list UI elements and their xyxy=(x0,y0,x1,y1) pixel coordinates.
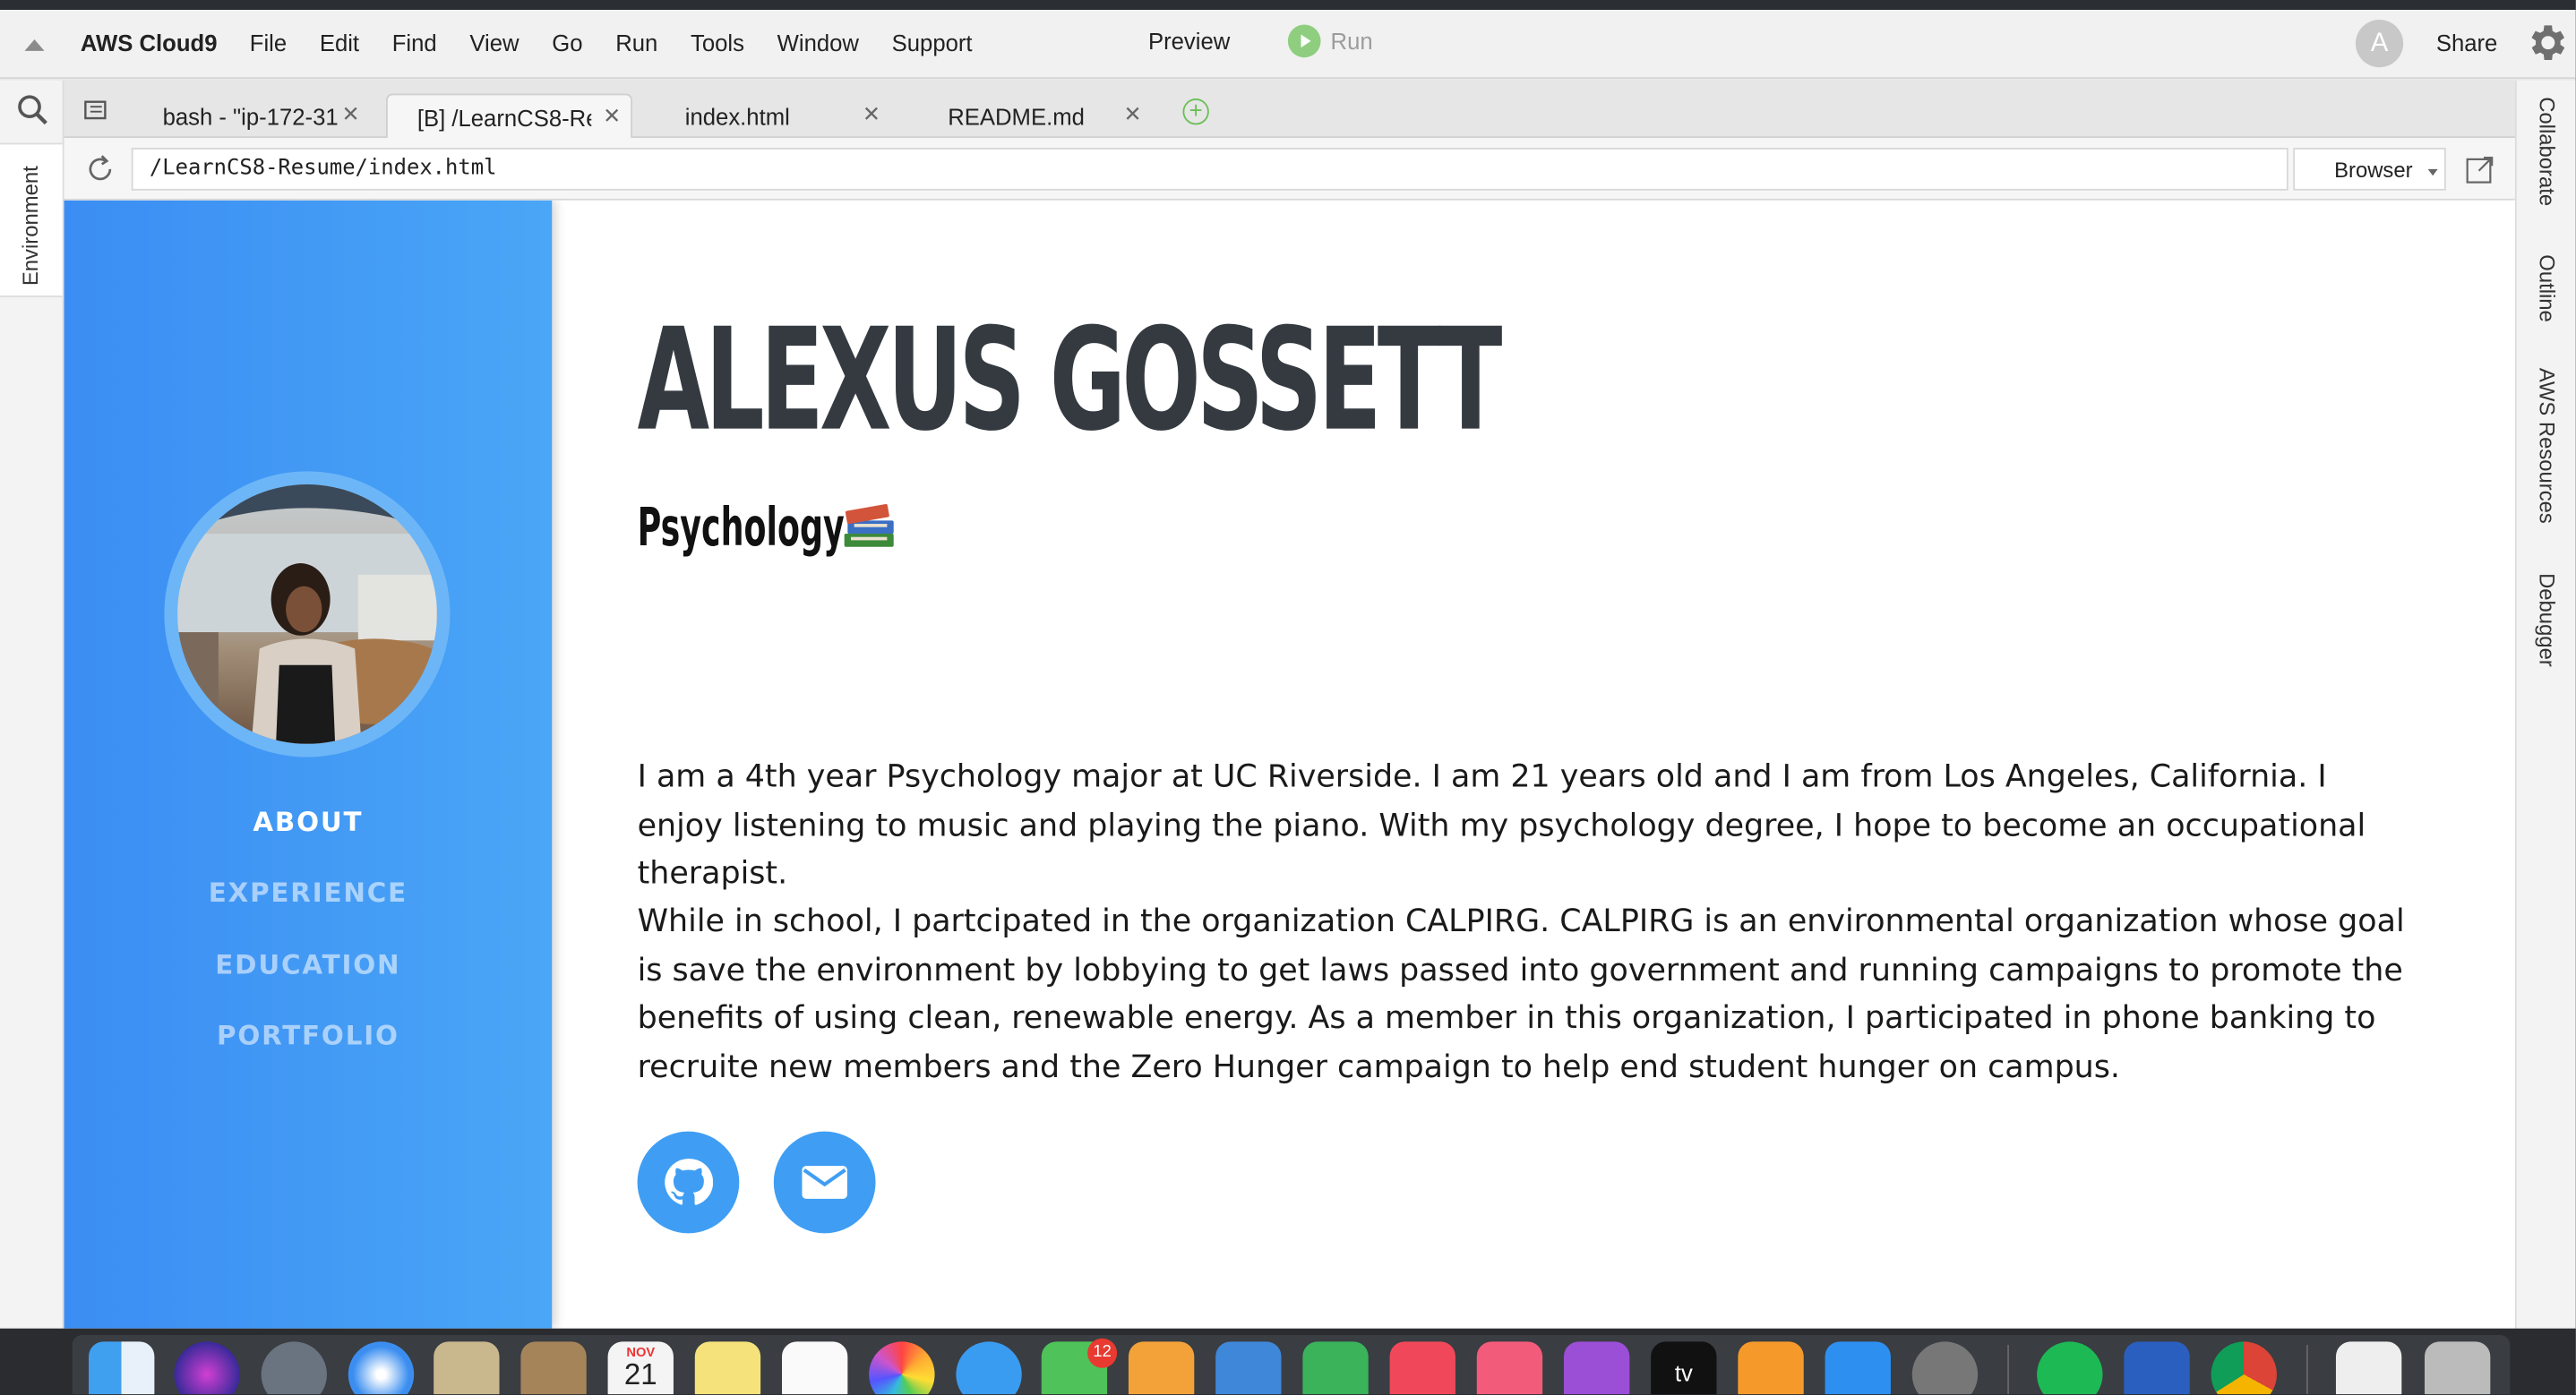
run-label: Run xyxy=(1330,28,1373,55)
profile-photo-image xyxy=(177,484,437,744)
left-panel-rail: Environment xyxy=(0,80,64,1329)
envelope-icon xyxy=(802,1166,847,1199)
popout-icon[interactable] xyxy=(2466,154,2495,184)
email-button[interactable] xyxy=(773,1131,876,1234)
nav-about[interactable]: ABOUT xyxy=(64,806,553,837)
resume-subtitle: Psychology xyxy=(637,495,845,559)
trash-icon[interactable] xyxy=(2424,1341,2491,1395)
news-icon[interactable] xyxy=(1389,1341,1455,1395)
close-icon[interactable]: ✕ xyxy=(1123,102,1141,128)
tv-label: tv xyxy=(1674,1359,1693,1386)
nav-education[interactable]: EDUCATION xyxy=(64,949,553,980)
tab-bash[interactable]: bash - "ip-172-31 ✕ xyxy=(133,94,380,139)
facetime-badge: 12 xyxy=(1087,1338,1118,1368)
macos-dock: NOV 21 12 tv xyxy=(0,1328,2576,1395)
nav-portfolio[interactable]: PORTFOLIO xyxy=(64,1020,553,1051)
window-top-strip xyxy=(0,0,2576,11)
github-button[interactable] xyxy=(637,1131,740,1234)
tab-label: bash - "ip-172-31 xyxy=(162,103,339,130)
notes-icon[interactable] xyxy=(694,1341,761,1395)
preview-address-bar: /LearnCS8-Resume/index.html Browser xyxy=(64,138,2515,201)
app-brand[interactable]: AWS Cloud9 xyxy=(81,30,218,56)
preview-button[interactable]: Preview xyxy=(1148,28,1230,54)
word-icon[interactable] xyxy=(2124,1341,2190,1395)
menu-support[interactable]: Support xyxy=(892,30,973,56)
music-icon[interactable] xyxy=(1476,1341,1543,1395)
resume-name: ALEXUS GOSSETT xyxy=(637,298,1503,464)
tab-index-html[interactable]: index.html ✕ xyxy=(656,94,902,139)
environment-tab[interactable]: Environment xyxy=(0,142,63,297)
menu-bar: AWS Cloud9 File Edit Find View Go Run To… xyxy=(0,10,2576,80)
menu-file[interactable]: File xyxy=(250,30,287,56)
url-input[interactable]: /LearnCS8-Resume/index.html xyxy=(131,148,2288,191)
chevron-down-icon xyxy=(2427,168,2438,176)
preview-page: ABOUT EXPERIENCE EDUCATION PORTFOLIO ALE… xyxy=(64,200,2515,1329)
tab-browser-preview[interactable]: [B] /LearnCS8-Re ✕ xyxy=(385,93,633,139)
add-tab-icon[interactable]: + xyxy=(1182,98,1209,125)
menu-run[interactable]: Run xyxy=(615,30,657,56)
resume-sidebar: ABOUT EXPERIENCE EDUCATION PORTFOLIO xyxy=(64,200,553,1329)
calendar-day: 21 xyxy=(623,1357,657,1391)
podcasts-icon[interactable] xyxy=(1563,1341,1630,1395)
editor-tabs: bash - "ip-172-31 ✕ [B] /LearnCS8-Re ✕ i… xyxy=(64,80,2515,139)
browser-select[interactable]: Browser xyxy=(2293,148,2446,191)
close-icon[interactable]: ✕ xyxy=(603,104,621,130)
tab-list-icon[interactable] xyxy=(84,100,107,120)
finder-icon[interactable] xyxy=(89,1341,155,1395)
reload-icon[interactable] xyxy=(84,153,117,186)
dock-separator xyxy=(2007,1345,2009,1395)
play-icon xyxy=(1287,24,1321,58)
contacts-icon[interactable] xyxy=(520,1341,587,1395)
about-paragraph-2: While in school, I partcipated in the or… xyxy=(637,903,2405,1085)
app-store-icon[interactable] xyxy=(1825,1341,1891,1395)
main-menu: File Edit Find View Go Run Tools Window … xyxy=(250,30,1005,56)
calendar-icon[interactable]: NOV 21 xyxy=(607,1341,674,1395)
browser-select-label: Browser xyxy=(2334,158,2413,183)
screen: AWS Cloud9 File Edit Find View Go Run To… xyxy=(0,0,2576,1395)
tab-readme[interactable]: README.md ✕ xyxy=(918,94,1164,139)
debugger-tab[interactable]: Debugger xyxy=(2535,573,2560,667)
apple-tv-icon[interactable]: tv xyxy=(1651,1341,1717,1395)
gear-icon[interactable] xyxy=(2523,20,2569,65)
run-button[interactable]: Run xyxy=(1287,24,1373,58)
close-icon[interactable]: ✕ xyxy=(341,102,359,128)
right-panel-rail: Collaborate Outline AWS Resources Debugg… xyxy=(2514,80,2576,1329)
profile-photo xyxy=(164,471,451,757)
environment-label: Environment xyxy=(18,166,43,287)
collaborate-tab[interactable]: Collaborate xyxy=(2535,97,2560,206)
menu-find[interactable]: Find xyxy=(392,30,437,56)
dock-separator xyxy=(2306,1345,2308,1395)
user-avatar[interactable]: A xyxy=(2355,20,2404,68)
close-icon[interactable]: ✕ xyxy=(863,102,880,128)
mail-stamp-icon[interactable] xyxy=(434,1341,500,1395)
menu-edit[interactable]: Edit xyxy=(320,30,359,56)
books-app-icon[interactable] xyxy=(1738,1341,1804,1395)
aws-resources-tab[interactable]: AWS Resources xyxy=(2535,368,2560,524)
downloads-stack-icon[interactable] xyxy=(2335,1341,2402,1395)
search-icon[interactable] xyxy=(16,94,49,127)
share-button[interactable]: Share xyxy=(2436,30,2498,56)
menu-go[interactable]: Go xyxy=(552,30,582,56)
outline-tab[interactable]: Outline xyxy=(2535,254,2560,322)
tab-label: [B] /LearnCS8-Re xyxy=(416,105,592,132)
tab-label: index.html xyxy=(684,103,790,130)
keynote-icon[interactable] xyxy=(1215,1341,1282,1395)
menu-view[interactable]: View xyxy=(469,30,519,56)
github-icon xyxy=(665,1159,713,1205)
books-icon xyxy=(844,503,894,547)
pages-icon[interactable] xyxy=(1128,1341,1195,1395)
collapse-menu-icon[interactable] xyxy=(24,39,45,51)
reminders-icon[interactable] xyxy=(781,1341,848,1395)
about-paragraph-1: I am a 4th year Psychology major at UC R… xyxy=(637,758,2366,892)
numbers-icon[interactable] xyxy=(1302,1341,1369,1395)
menu-window[interactable]: Window xyxy=(777,30,859,56)
nav-experience[interactable]: EXPERIENCE xyxy=(64,877,553,908)
tab-label: README.md xyxy=(948,103,1085,130)
menu-tools[interactable]: Tools xyxy=(691,30,744,56)
